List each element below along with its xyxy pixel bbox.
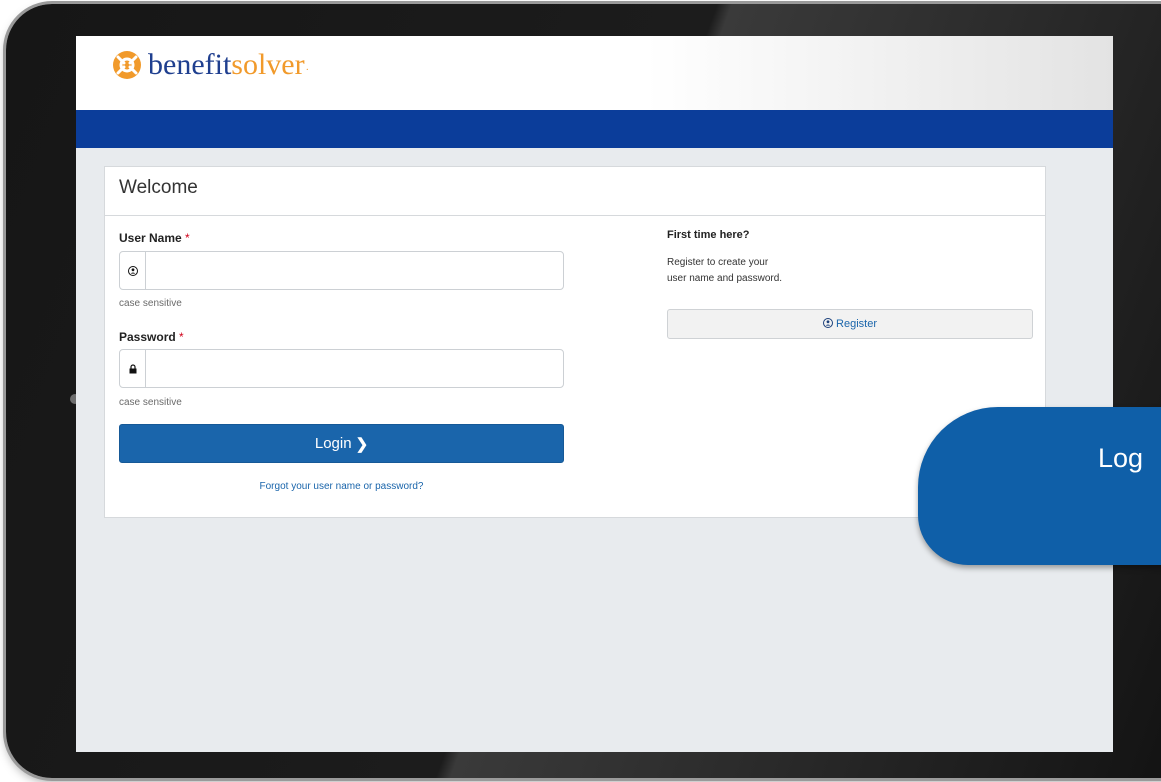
register-desc-line1: Register to create your bbox=[667, 257, 769, 268]
first-time-heading: First time here? bbox=[667, 229, 750, 241]
nav-bar bbox=[76, 110, 1113, 148]
chevron-right-icon: ❯ bbox=[355, 435, 369, 453]
benefitsolver-logo[interactable]: benefitsolver· bbox=[112, 48, 309, 82]
screen: benefitsolver· Welcome User Name * case … bbox=[76, 36, 1113, 752]
required-mark: * bbox=[179, 330, 184, 344]
username-label: User Name * bbox=[119, 231, 190, 245]
logo-trademark: · bbox=[305, 65, 309, 76]
username-input[interactable] bbox=[146, 252, 563, 289]
callout-line1: Log bbox=[1098, 443, 1144, 473]
logo-text: benefitsolver· bbox=[148, 48, 309, 82]
callout-line2: a bbox=[1098, 476, 1161, 512]
logo-mark-icon bbox=[113, 51, 141, 79]
password-label: Password * bbox=[119, 330, 184, 344]
username-field[interactable] bbox=[119, 251, 564, 290]
welcome-panel: Welcome User Name * case sensitive Passw… bbox=[104, 166, 1046, 518]
register-description: Register to create your user name and pa… bbox=[667, 255, 867, 287]
password-field[interactable] bbox=[119, 349, 564, 388]
password-label-text: Password bbox=[119, 330, 176, 344]
login-label: Login bbox=[314, 435, 352, 452]
callout-bubble: Log a bbox=[918, 407, 1161, 565]
required-mark: * bbox=[185, 231, 190, 245]
password-input[interactable] bbox=[146, 350, 563, 387]
register-desc-line2: user name and password. bbox=[667, 273, 783, 284]
user-icon bbox=[823, 317, 834, 331]
logo-benefit: benefit bbox=[148, 48, 232, 81]
register-label: Register bbox=[836, 318, 877, 330]
login-button[interactable]: Login ❯ bbox=[119, 424, 564, 463]
user-icon bbox=[120, 252, 146, 289]
panel-title: Welcome bbox=[105, 167, 1045, 216]
brand-header: benefitsolver· bbox=[76, 36, 1113, 110]
password-hint: case sensitive bbox=[119, 397, 182, 408]
logo-solver: solver bbox=[231, 48, 305, 81]
username-label-text: User Name bbox=[119, 231, 182, 245]
register-button[interactable]: Register bbox=[667, 309, 1033, 339]
forgot-credentials-link[interactable]: Forgot your user name or password? bbox=[119, 481, 564, 492]
lock-icon bbox=[120, 350, 146, 387]
username-hint: case sensitive bbox=[119, 298, 182, 309]
